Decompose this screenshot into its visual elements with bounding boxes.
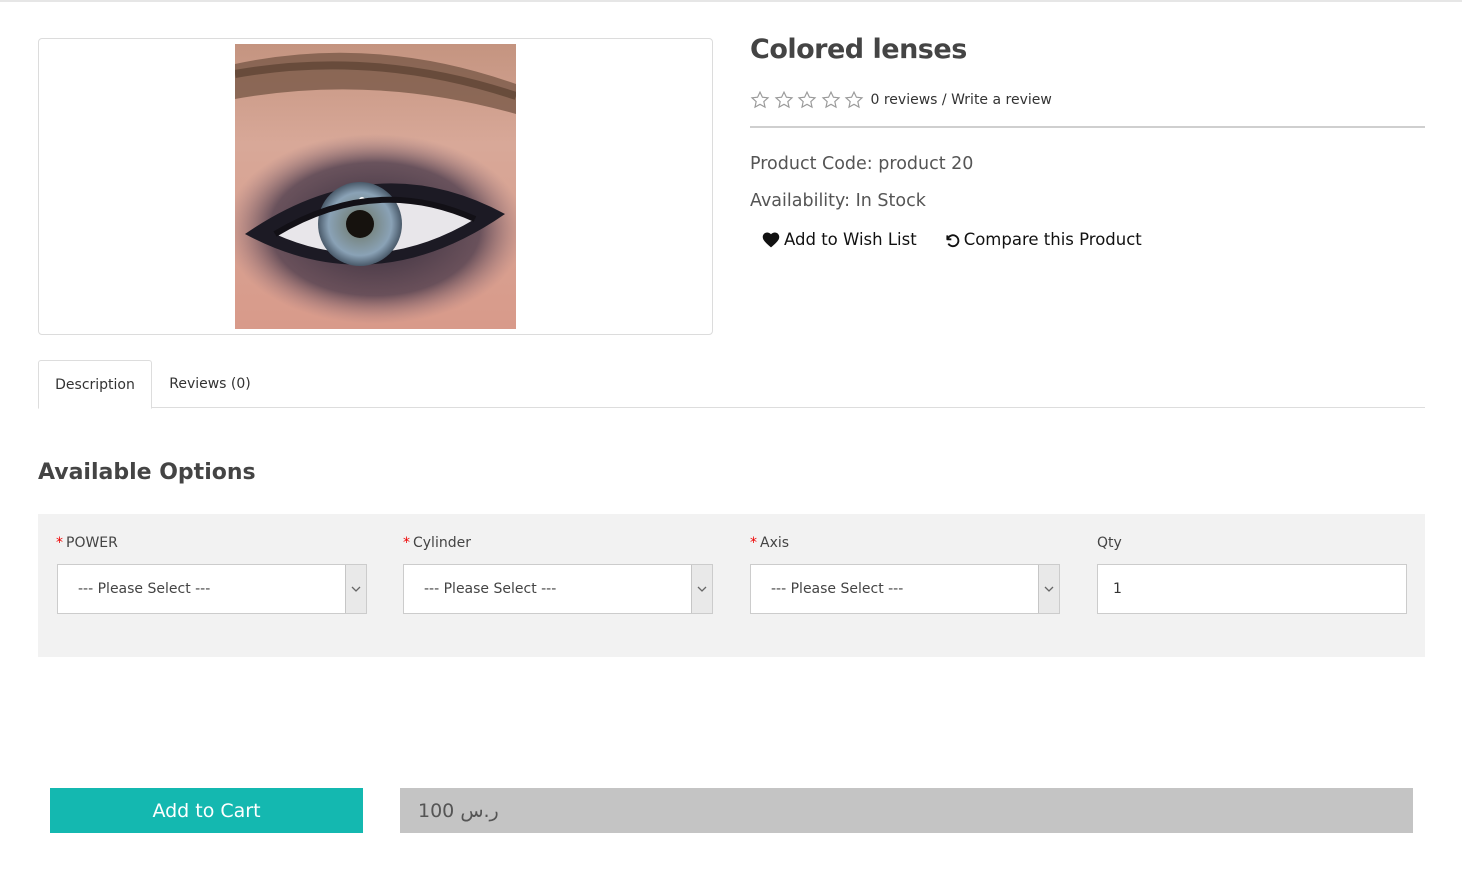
cylinder-label-text: Cylinder — [413, 535, 471, 551]
qty-input[interactable] — [1097, 564, 1407, 614]
star-outline-icon[interactable] — [750, 90, 770, 110]
compare-label: Compare this Product — [963, 230, 1142, 249]
review-separator: / — [941, 92, 947, 108]
top-border — [0, 0, 1462, 2]
required-mark: * — [56, 535, 63, 551]
axis-label-text: Axis — [760, 535, 790, 551]
chevron-down-icon — [691, 565, 712, 613]
rating: 0 reviews / Write a review — [750, 90, 1052, 110]
star-outline-icon[interactable] — [797, 90, 817, 110]
product-image-frame[interactable] — [38, 38, 713, 335]
add-to-wishlist-button[interactable]: Add to Wish List — [762, 230, 917, 249]
product-code-label: Product Code: — [750, 154, 873, 174]
product-actions: Add to Wish List Compare this Product — [762, 230, 1142, 249]
product-image[interactable] — [235, 44, 516, 329]
write-review-link[interactable]: Write a review — [951, 92, 1052, 108]
axis-label: * Axis — [750, 535, 789, 551]
chevron-down-icon — [345, 565, 366, 613]
wishlist-label: Add to Wish List — [784, 230, 917, 249]
power-label: * POWER — [56, 535, 118, 551]
price-display: 100 ر.س — [400, 788, 1413, 833]
cylinder-select[interactable]: --- Please Select --- — [403, 564, 713, 614]
required-mark: * — [750, 535, 757, 551]
qty-label: Qty — [1097, 535, 1122, 551]
product-title: Colored lenses — [750, 34, 967, 65]
heart-icon — [762, 232, 780, 248]
power-label-text: POWER — [66, 535, 118, 551]
availability-label: Availability: — [750, 191, 851, 211]
price-value: 100 ر.س — [418, 799, 499, 822]
product-tabs: Description Reviews (0) — [38, 360, 1425, 409]
power-select[interactable]: --- Please Select --- — [57, 564, 367, 614]
star-outline-icon[interactable] — [821, 90, 841, 110]
refresh-icon — [946, 233, 959, 247]
axis-select[interactable]: --- Please Select --- — [750, 564, 1060, 614]
tab-reviews[interactable]: Reviews (0) — [160, 360, 260, 408]
tab-description[interactable]: Description — [38, 360, 152, 409]
axis-select-value: --- Please Select --- — [771, 581, 904, 597]
star-outline-icon[interactable] — [844, 90, 864, 110]
info-divider — [750, 126, 1425, 128]
chevron-down-icon — [1038, 565, 1059, 613]
power-select-value: --- Please Select --- — [78, 581, 211, 597]
product-code-value: product 20 — [878, 154, 974, 174]
required-mark: * — [403, 535, 410, 551]
reviews-count-link[interactable]: 0 reviews — [871, 92, 938, 108]
add-to-cart-button[interactable]: Add to Cart — [50, 788, 363, 833]
options-panel: * POWER --- Please Select --- * Cylinder -… — [38, 514, 1425, 657]
cylinder-label: * Cylinder — [403, 535, 471, 551]
options-heading: Available Options — [38, 460, 256, 485]
product-code: Product Code: product 20 — [750, 154, 973, 174]
availability: Availability: In Stock — [750, 191, 926, 211]
availability-value: In Stock — [855, 191, 926, 211]
review-links: 0 reviews / Write a review — [871, 92, 1052, 108]
star-outline-icon[interactable] — [774, 90, 794, 110]
cylinder-select-value: --- Please Select --- — [424, 581, 557, 597]
compare-product-button[interactable]: Compare this Product — [944, 230, 1142, 249]
